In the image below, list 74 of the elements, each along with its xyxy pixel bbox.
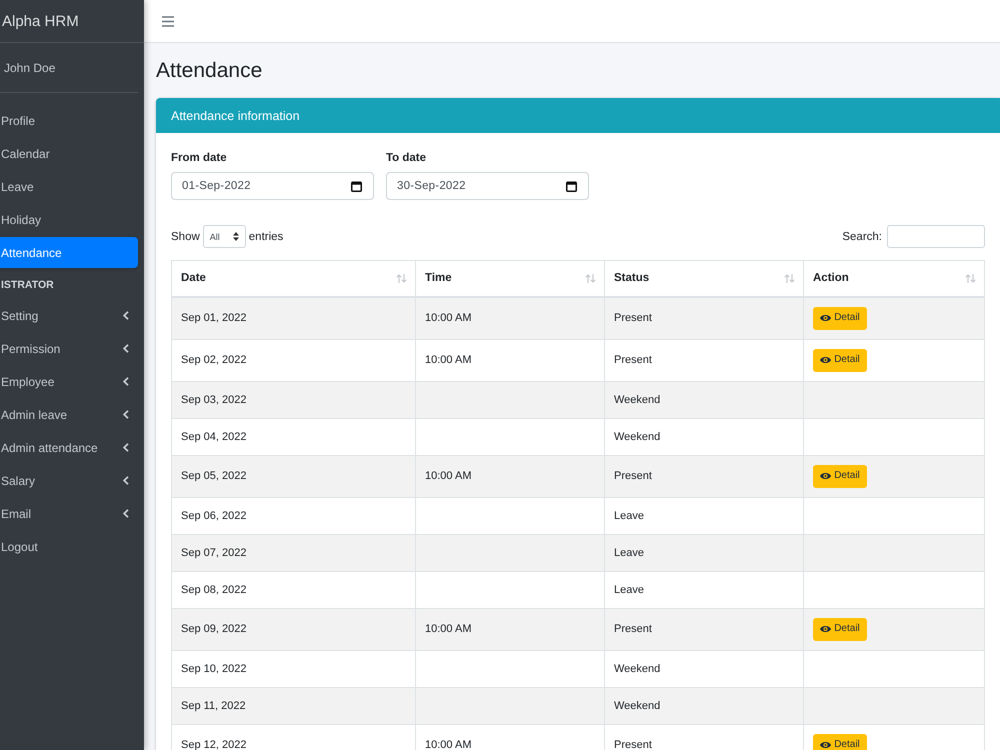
table-cell: Weekend [614,662,660,674]
eye-icon [820,314,832,322]
sidebar-item[interactable]: Email [0,498,138,529]
sidebar-item[interactable]: Permission [0,333,138,364]
table-cell: Leave [614,584,644,596]
table-cell: Sep 11, 2022 [181,700,246,712]
menu-icon[interactable] [162,16,174,26]
calendar-icon[interactable] [351,180,362,192]
table-cell: Leave [614,510,644,522]
detail-button[interactable]: Detail [813,734,867,750]
table-cell: Sep 02, 2022 [181,354,246,366]
table-cell: Sep 10, 2022 [181,662,246,674]
detail-button[interactable]: Detail [813,348,867,372]
card-title: Attendance information [171,108,300,122]
calendar-icon[interactable] [566,180,577,192]
table-cell: Present [614,354,652,366]
sidebar-item[interactable]: Leave [0,171,138,202]
eye-icon [820,625,832,633]
sidebar-section-header: ISTRATOR [1,279,54,291]
sidebar-item[interactable]: Salary [0,465,138,496]
search-label: Search: [842,230,882,242]
table-cell: 10:00 AM [425,739,472,750]
sort-icon[interactable] [965,274,976,283]
length-label: Show [171,230,200,242]
table-cell: Sep 08, 2022 [181,584,246,596]
table-cell: Present [614,739,652,750]
sidebar-item[interactable]: Setting [0,300,138,331]
table-cell: Sep 04, 2022 [181,430,246,442]
eye-icon [820,356,832,364]
table-cell: 10:00 AM [425,470,472,482]
field-label: From date [171,151,228,166]
table-cell: Sep 06, 2022 [181,510,246,522]
table-cell: Weekend [614,700,660,712]
eye-icon [820,741,832,749]
table-cell: 10:00 AM [425,312,472,324]
sidebar-item[interactable]: Employee [0,366,138,397]
sidebar-item[interactable]: Admin leave [0,399,138,430]
sidebar-item[interactable]: Calendar [0,138,138,169]
sort-icon[interactable] [396,274,407,283]
entries-select[interactable]: All [202,225,246,248]
table-cell: Weekend [614,430,660,442]
table-cell: 10:00 AM [425,354,472,366]
table-cell: Sep 09, 2022 [181,623,246,635]
sidebar-item[interactable]: Attendance [0,237,138,268]
sort-icon[interactable] [784,274,795,283]
table-cell: Sep 12, 2022 [181,739,246,750]
date-input[interactable]: 01-Sep-2022 [171,172,374,200]
sidebar-item[interactable]: Holiday [0,204,138,235]
table-cell: Present [614,623,652,635]
detail-button[interactable]: Detail [813,618,867,640]
page-title: Attendance [156,58,262,82]
length-label: entries [248,230,284,242]
detail-button[interactable]: Detail [813,464,867,488]
sidebar-item[interactable]: Profile [0,105,138,136]
table-cell: Weekend [614,394,660,406]
sidebar-item[interactable]: Logout [0,531,138,562]
table-cell: Sep 05, 2022 [181,470,246,482]
user-name[interactable]: John Doe [4,60,56,74]
table-cell: Sep 01, 2022 [181,312,246,324]
table-cell: Present [614,312,652,324]
table-cell: Present [614,470,652,482]
sort-icon[interactable] [585,274,596,283]
sidebar-item[interactable]: Admin attendance [0,432,138,463]
brand-name[interactable]: Alpha HRM [2,12,79,30]
search-field[interactable] [887,225,985,248]
date-input[interactable]: 30-Sep-2022 [386,172,589,200]
up-down-caret-icon [232,232,239,241]
table-cell: Leave [614,546,644,558]
field-label: To date [386,151,428,166]
eye-icon [820,472,832,480]
table-cell: 10:00 AM [425,623,472,635]
detail-button[interactable]: Detail [813,306,867,330]
table-cell: Sep 07, 2022 [181,546,246,558]
table-cell: Sep 03, 2022 [181,394,246,406]
